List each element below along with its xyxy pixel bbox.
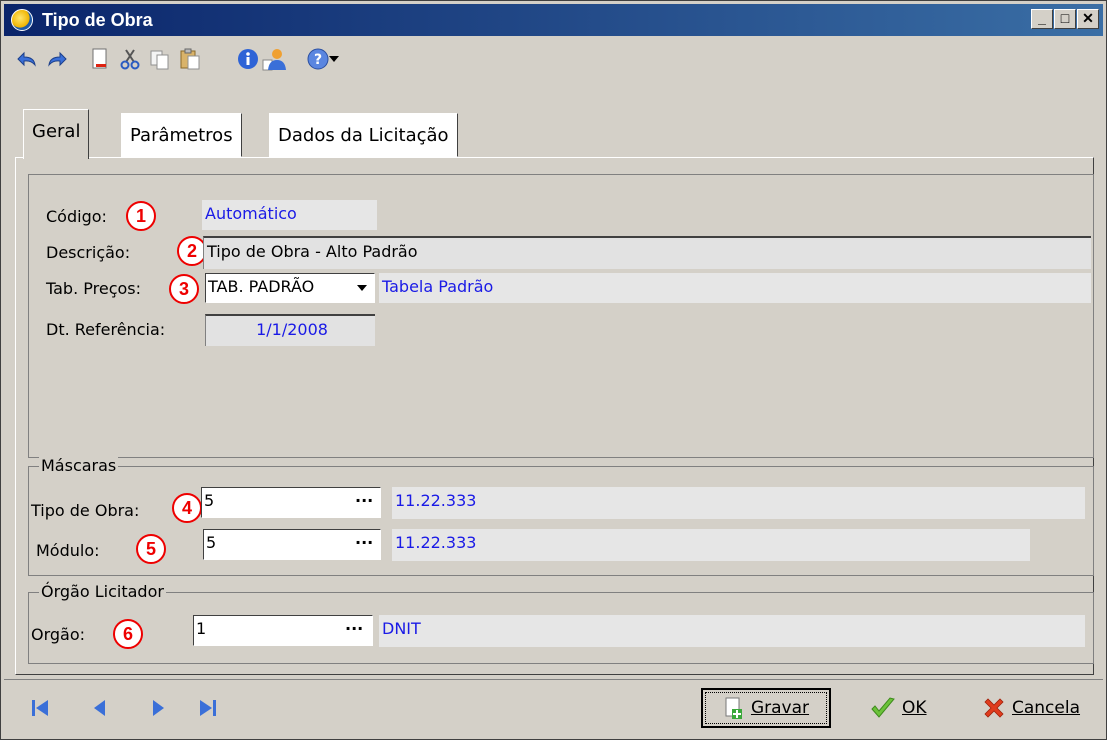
copy-icon[interactable] [146, 45, 174, 73]
new-document-icon[interactable] [86, 45, 114, 73]
tab-precos-description: Tabela Padrão [379, 273, 1091, 303]
modulo-label: Módulo: [36, 541, 100, 560]
tab-parametros[interactable]: Parâmetros [121, 113, 242, 157]
tipo-obra-label: Tipo de Obra: [31, 501, 140, 520]
tab-dados-licitacao-label: Dados da Licitação [278, 125, 449, 146]
info-icon[interactable] [234, 45, 262, 73]
toolbar: ? [4, 39, 1103, 79]
tab-geral-label: Geral [32, 121, 81, 142]
tipo-obra-ellipsis-button[interactable]: ··· [355, 491, 373, 511]
cut-icon[interactable] [116, 45, 144, 73]
dt-referencia-field[interactable]: 1/1/2008 [205, 314, 375, 346]
ok-button[interactable]: OK [870, 688, 927, 728]
ok-label: OK [902, 698, 927, 718]
orgao-name: DNIT [379, 615, 1085, 647]
tab-geral[interactable]: Geral [23, 109, 90, 159]
badge-5: 5 [136, 534, 166, 564]
orgao-label: Orgão: [31, 625, 86, 644]
redo-icon[interactable] [44, 45, 72, 73]
dropdown-arrow-icon[interactable] [326, 45, 342, 73]
user-icon[interactable] [260, 45, 288, 73]
badge-3: 3 [169, 274, 199, 304]
bottom-bar: Gravar OK Cancela [4, 679, 1103, 738]
first-record-icon[interactable] [26, 694, 54, 722]
codigo-label: Código: [46, 207, 107, 226]
tipo-obra-mask: 11.22.333 [392, 487, 1085, 519]
gravar-button[interactable]: Gravar [701, 688, 831, 728]
tipo-obra-input[interactable]: 5 [201, 487, 381, 518]
dt-referencia-label: Dt. Referência: [46, 320, 166, 339]
focus-rect [705, 692, 827, 724]
check-icon [871, 697, 895, 718]
modulo-mask: 11.22.333 [392, 529, 1030, 561]
tab-precos-select[interactable]: TAB. PADRÃO [205, 273, 375, 303]
window-title: Tipo de Obra [42, 10, 153, 30]
descricao-field[interactable]: Tipo de Obra - Alto Padrão [203, 236, 1091, 269]
close-button[interactable]: ✕ [1077, 9, 1099, 29]
chevron-down-icon[interactable] [356, 284, 368, 292]
general-panel: Código: 1 Automático Descrição: 2 Tipo d… [28, 174, 1094, 458]
mascaras-group-label: Máscaras [39, 456, 119, 475]
maximize-button[interactable]: □ [1054, 9, 1076, 29]
window: Tipo de Obra _ □ ✕ ? Geral Parâmetros Da… [0, 0, 1107, 740]
badge-4: 4 [172, 493, 202, 523]
tab-precos-select-value: TAB. PADRÃO [208, 277, 315, 296]
tab-parametros-label: Parâmetros [130, 125, 233, 146]
paste-icon[interactable] [176, 45, 204, 73]
cancela-button[interactable]: Cancela [982, 688, 1080, 728]
title-bar[interactable]: Tipo de Obra _ □ ✕ [4, 4, 1103, 36]
cancela-label: Cancela [1012, 698, 1081, 718]
cancel-x-icon [984, 698, 1004, 718]
next-record-icon[interactable] [144, 694, 172, 722]
last-record-icon[interactable] [194, 694, 222, 722]
tab-dados-licitacao[interactable]: Dados da Licitação [269, 113, 458, 157]
undo-icon[interactable] [12, 45, 40, 73]
tab-precos-label: Tab. Preços: [46, 279, 142, 298]
previous-record-icon[interactable] [86, 694, 114, 722]
svg-text:?: ? [314, 52, 322, 68]
descricao-label: Descrição: [46, 243, 131, 262]
badge-6: 6 [113, 619, 143, 649]
badge-1: 1 [126, 201, 156, 231]
modulo-ellipsis-button[interactable]: ··· [355, 533, 373, 553]
tab-page-geral: Código: 1 Automático Descrição: 2 Tipo d… [15, 157, 1094, 675]
mascaras-panel: Máscaras Tipo de Obra: 4 5 ··· 11.22.333… [28, 456, 1094, 576]
minimize-button[interactable]: _ [1031, 9, 1053, 29]
codigo-field[interactable]: Automático [202, 200, 377, 230]
orgao-panel: Órgão Licitador Orgão: 6 1 ··· DNIT [28, 582, 1094, 664]
app-icon [11, 9, 33, 31]
orgao-group-label: Órgão Licitador [39, 582, 166, 601]
orgao-ellipsis-button[interactable]: ··· [345, 619, 363, 639]
